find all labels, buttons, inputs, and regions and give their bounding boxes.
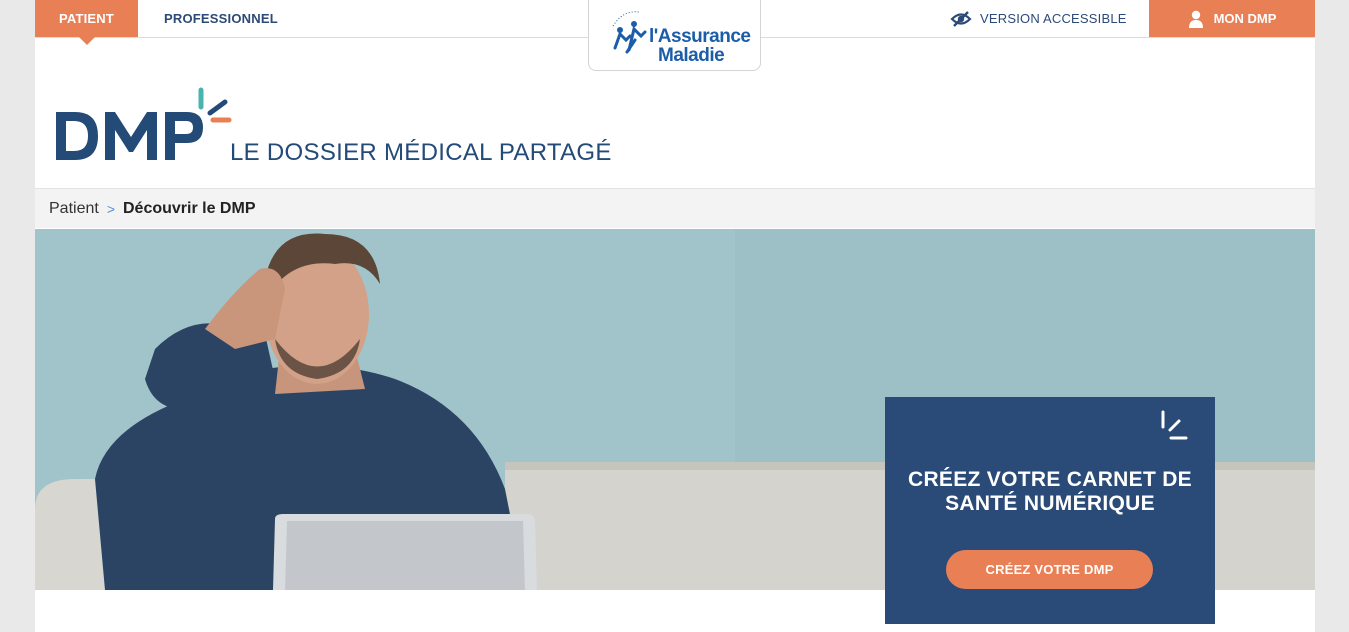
tab-patient-label: PATIENT: [58, 11, 115, 26]
create-dmp-button[interactable]: CRÉEZ VOTRE DMP: [946, 550, 1153, 589]
logo-line-2: Maladie: [658, 45, 725, 66]
dmp-logo[interactable]: [53, 85, 233, 170]
eye-slash-icon: [950, 10, 972, 27]
dmp-spark-icon: [1161, 410, 1188, 440]
mon-dmp-button[interactable]: MON DMP: [1149, 0, 1315, 37]
mon-dmp-label: MON DMP: [1213, 11, 1277, 26]
tab-patient[interactable]: PATIENT: [35, 0, 138, 45]
active-tab-indicator: [79, 37, 95, 45]
cta-title: CRÉEZ VOTRE CARNET DE SANTÉ NUMÉRIQUE: [908, 468, 1192, 515]
top-navigation: PATIENT PROFESSIONNEL l'Assurance Maladi…: [35, 0, 1315, 71]
breadcrumb-separator: >: [106, 200, 115, 217]
breadcrumb: Patient > Découvrir le DMP: [35, 188, 1315, 228]
accessible-version-link[interactable]: VERSION ACCESSIBLE: [950, 0, 1127, 37]
tab-professionnel-label: PROFESSIONNEL: [164, 11, 278, 26]
cta-panel: CRÉEZ VOTRE CARNET DE SANTÉ NUMÉRIQUE CR…: [885, 397, 1215, 624]
breadcrumb-root[interactable]: Patient: [49, 200, 99, 218]
breadcrumb-current: Découvrir le DMP: [123, 199, 256, 217]
page: PATIENT PROFESSIONNEL l'Assurance Maladi…: [35, 0, 1315, 632]
accessible-version-label: VERSION ACCESSIBLE: [980, 11, 1127, 26]
assurance-maladie-logo[interactable]: l'Assurance Maladie: [588, 0, 761, 71]
dmp-logo-icon: [56, 87, 232, 160]
tab-professionnel[interactable]: PROFESSIONNEL: [148, 0, 294, 37]
brand-tagline: LE DOSSIER MÉDICAL PARTAGÉ: [230, 139, 612, 166]
user-icon: [1188, 10, 1203, 28]
